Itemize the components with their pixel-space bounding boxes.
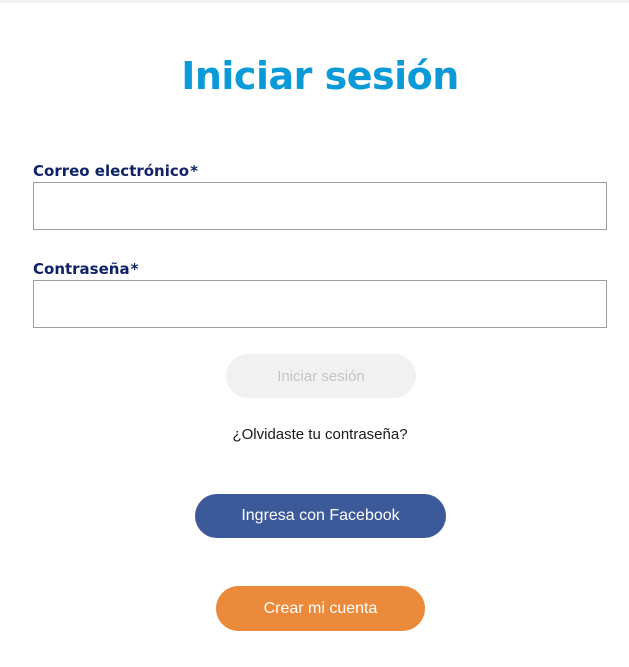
email-field[interactable] [33, 182, 607, 230]
login-button[interactable]: Iniciar sesión [226, 354, 416, 398]
password-required-mark: * [130, 260, 139, 278]
password-field[interactable] [33, 280, 607, 328]
password-label-text: Contraseña [33, 260, 130, 278]
email-label: Correo electrónico* [33, 162, 198, 180]
create-account-button[interactable]: Crear mi cuenta [216, 586, 425, 631]
forgot-password-link[interactable]: ¿Olvidaste tu contraseña? [0, 425, 629, 445]
page-title: Iniciar sesión [181, 54, 459, 98]
password-label: Contraseña* [33, 260, 138, 278]
facebook-login-button[interactable]: Ingresa con Facebook [195, 494, 446, 538]
email-required-mark: * [190, 162, 198, 180]
email-label-text: Correo electrónico [33, 162, 190, 180]
top-divider [0, 0, 629, 3]
